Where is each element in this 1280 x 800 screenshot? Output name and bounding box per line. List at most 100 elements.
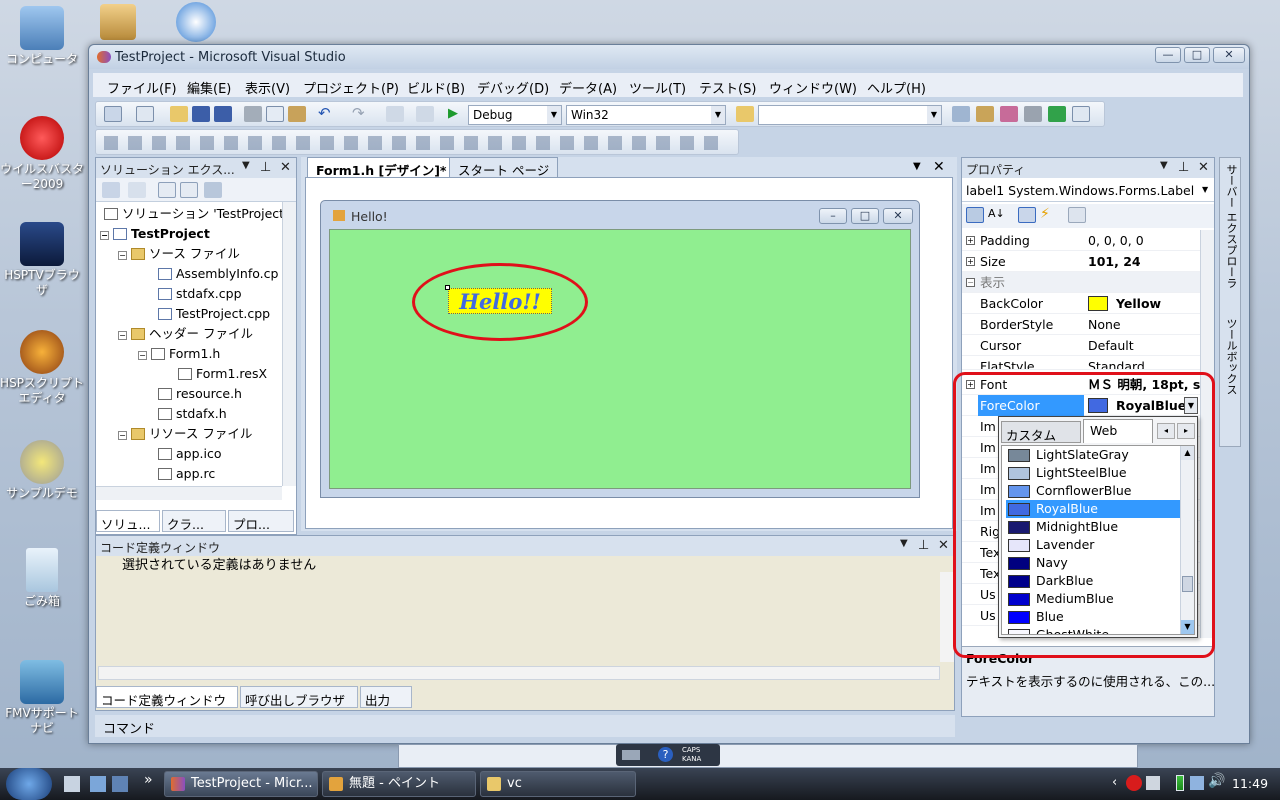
form-minimize-button[interactable]: – [819,208,847,224]
quick-launch-icon[interactable] [90,776,106,792]
categorized-icon[interactable] [966,207,984,223]
copy-icon[interactable] [266,106,284,122]
tree-item-resource-folder[interactable]: − リソース ファイル [118,424,252,444]
collapse-icon[interactable]: − [966,278,975,287]
alphabetical-icon[interactable]: A↓ [988,207,1006,223]
desktop-icon-hsp-editor[interactable]: HSPスクリプトエディタ [0,330,84,406]
events-icon[interactable]: ⚡ [1040,207,1058,223]
start-page-icon[interactable] [1048,106,1066,122]
network-icon[interactable] [1190,776,1204,790]
pin-icon[interactable]: ⊥ [918,538,929,553]
menu-data[interactable]: データ(A) [559,78,617,97]
close-icon[interactable]: ✕ [938,538,949,553]
horizontal-scrollbar[interactable] [98,666,940,680]
taskbar-button-visual-studio[interactable]: TestProject - Micr... [164,771,318,797]
config-dropdown[interactable]: Debug ▼ [468,105,562,125]
property-row-flatstyle[interactable]: FlatStyle Standard [962,356,1200,370]
tree-item-file[interactable]: app.rc [158,464,215,484]
navigate-forward-icon[interactable] [416,106,434,122]
chevron-icon[interactable]: » [144,772,153,788]
tab-output[interactable]: 出力 [360,686,412,708]
form-maximize-button[interactable]: □ [851,208,879,224]
help-icon[interactable]: ? [658,747,673,762]
show-all-files-icon[interactable] [102,182,120,198]
expand-icon[interactable]: + [966,236,975,245]
virusbuster-tray-icon[interactable] [1126,775,1142,791]
side-tab-server-explorer[interactable]: サーバー エクスプローラ [1223,164,1239,304]
tree-item-file[interactable]: resource.h [158,384,242,404]
solution-explorer-icon[interactable] [952,106,970,122]
view-designer-icon[interactable] [180,182,198,198]
menu-edit[interactable]: 編集(E) [187,78,231,97]
expand-icon[interactable]: + [966,257,975,266]
menu-build[interactable]: ビルド(B) [407,78,465,97]
desktop-icon-fmv-support[interactable]: FMVサポートナビ [0,660,84,736]
tree-item-file[interactable]: TestProject.cpp [158,304,270,324]
tree-item-file[interactable]: Form1.resX [178,364,267,384]
tray-expand-icon[interactable]: ‹ [1112,775,1117,790]
property-row-size[interactable]: + Size 101, 24 [962,251,1200,272]
menu-window[interactable]: ウィンドウ(W) [769,78,857,97]
title-bar[interactable]: TestProject - Microsoft Visual Studio — … [89,45,1249,69]
tree-item-solution[interactable]: ソリューション 'TestProject [104,204,282,224]
view-code-icon[interactable] [158,182,176,198]
tab-property-manager[interactable]: プロ... [228,510,294,532]
tab-class-view[interactable]: クラ... [162,510,226,532]
tab-solution-explorer[interactable]: ソリュ... [96,510,160,532]
start-debug-icon[interactable]: ▶ [448,106,466,122]
menu-debug[interactable]: デバッグ(D) [477,78,549,97]
find-in-files-icon[interactable] [736,106,754,122]
class-diagram-icon[interactable] [204,182,222,198]
undo-icon[interactable]: ↶ [318,106,336,122]
tab-start-page[interactable]: スタート ページ [449,157,559,178]
dropdown-icon[interactable]: ▼ [242,160,250,171]
desktop-icon-computer[interactable]: コンピュータ [0,6,84,67]
tab-call-browser[interactable]: 呼び出しブラウザ [240,686,358,708]
tree-item-file[interactable]: app.ico [158,444,222,464]
tab-list-dropdown-icon[interactable]: ▼ [913,161,921,172]
property-pages-icon[interactable] [1068,207,1086,223]
tab-form1-design[interactable]: Form1.h [デザイン]* [307,157,456,178]
taskbar-button-paint[interactable]: 無題 - ペイント [322,771,476,797]
save-all-icon[interactable] [214,106,232,122]
property-row-cursor[interactable]: Cursor Default [962,335,1200,356]
command-bar[interactable]: コマンド [95,715,955,737]
object-selector[interactable]: label1 System.Windows.Forms.Label ▼ [962,180,1214,202]
tab-code-definition[interactable]: コード定義ウィンドウ [96,686,238,708]
redo-icon[interactable]: ↷ [352,106,370,122]
tray-icon[interactable] [1146,776,1160,790]
tree-item-project[interactable]: − TestProject [100,224,210,244]
tree-item-file[interactable]: AssemblyInfo.cp [158,264,278,284]
show-desktop-icon[interactable] [112,776,128,792]
pin-icon[interactable]: ⊥ [260,160,271,175]
menu-view[interactable]: 表示(V) [245,78,290,97]
paste-icon[interactable] [288,106,306,122]
dropdown-icon[interactable]: ▼ [900,538,908,549]
side-tab-toolbox[interactable]: ツールボックス [1223,318,1239,438]
minimize-button[interactable]: — [1155,47,1181,63]
vertical-scrollbar[interactable] [282,202,296,486]
collapse-icon[interactable]: − [118,431,127,440]
find-combo[interactable]: ▼ [758,105,942,125]
object-browser-icon[interactable] [1000,106,1018,122]
refresh-icon[interactable] [128,182,146,198]
collapse-icon[interactable]: − [138,351,147,360]
close-button[interactable]: ✕ [1213,47,1245,63]
toolbox-icon[interactable] [1024,106,1042,122]
save-icon[interactable] [192,106,210,122]
command-window-icon[interactable] [1072,106,1090,122]
collapse-icon[interactable]: − [118,251,127,260]
form-client-area[interactable]: Hello!! [329,229,911,489]
horizontal-scrollbar[interactable] [96,486,282,500]
desktop-icon-hsptv[interactable]: HSPTVブラウザ [0,222,84,298]
dropdown-icon[interactable]: ▼ [1160,160,1168,171]
layout-align-icons[interactable] [104,136,724,150]
designer-form[interactable]: Hello! – □ ✕ Hello!! [320,200,920,498]
start-button[interactable] [6,768,52,800]
property-category-appearance[interactable]: − 表示 [962,272,1200,293]
tree-item-file[interactable]: stdafx.h [158,404,227,424]
desktop-icon-sample-demo[interactable]: サンプルデモ [0,440,84,501]
properties-icon[interactable] [976,106,994,122]
tree-item-file[interactable]: stdafx.cpp [158,284,242,304]
menu-project[interactable]: プロジェクト(P) [303,78,399,97]
